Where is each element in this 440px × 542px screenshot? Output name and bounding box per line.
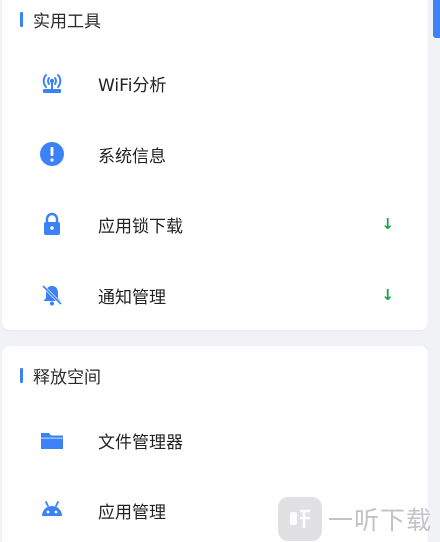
item-label: WiFi分析	[98, 75, 167, 96]
folder-icon	[38, 426, 66, 454]
list-item-file-manager[interactable]: 文件管理器	[2, 412, 428, 468]
item-label: 应用锁下载	[98, 216, 183, 237]
app-page: 实用工具 WiFi分析 系统信息 应用锁下载 ↓ 通知管理 ↓ 释放空间 文件管…	[0, 0, 440, 542]
yiting-logo-icon	[278, 497, 322, 541]
list-item-app-lock-download[interactable]: 应用锁下载 ↓	[2, 196, 428, 252]
accent-bar	[20, 367, 23, 383]
accent-bar	[20, 11, 23, 27]
list-item-wifi-analysis[interactable]: WiFi分析	[2, 55, 428, 111]
scroll-indicator[interactable]	[433, 0, 440, 38]
bell-off-icon	[38, 281, 66, 309]
section-title: 实用工具	[33, 11, 101, 32]
list-item-system-info[interactable]: 系统信息	[2, 126, 428, 182]
info-exclamation-icon	[38, 140, 66, 168]
item-label: 通知管理	[98, 287, 166, 308]
item-label: 应用管理	[98, 502, 166, 523]
watermark: 一听下载	[278, 496, 440, 542]
wifi-router-icon	[38, 69, 66, 97]
section-card-tools: 实用工具 WiFi分析 系统信息 应用锁下载 ↓ 通知管理 ↓	[2, 0, 428, 330]
list-item-notification-manage[interactable]: 通知管理 ↓	[2, 267, 428, 323]
android-icon	[38, 496, 66, 524]
watermark-text: 一听下载	[328, 506, 433, 535]
download-arrow-icon[interactable]: ↓	[381, 215, 394, 233]
item-label: 文件管理器	[98, 432, 183, 453]
section-header-free-space: 释放空间	[20, 362, 101, 388]
item-label: 系统信息	[98, 146, 166, 167]
lock-icon	[38, 210, 66, 238]
section-title: 释放空间	[33, 367, 101, 388]
download-arrow-icon[interactable]: ↓	[381, 286, 394, 304]
section-header-tools: 实用工具	[20, 6, 101, 32]
